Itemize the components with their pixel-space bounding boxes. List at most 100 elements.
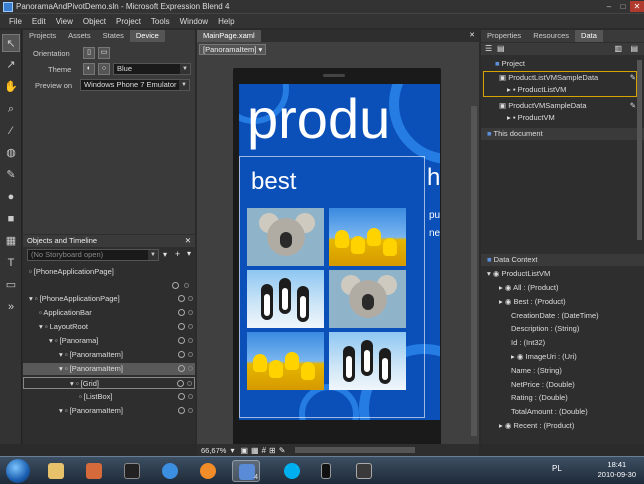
- tab-states[interactable]: States: [97, 30, 130, 42]
- eye-icon[interactable]: [178, 351, 185, 358]
- tab-data[interactable]: Data: [575, 30, 603, 42]
- dark-theme-button[interactable]: ◐: [83, 63, 95, 75]
- lock-icon[interactable]: [188, 310, 193, 315]
- edit-icon[interactable]: ✎: [630, 100, 636, 112]
- lock-icon[interactable]: [188, 352, 193, 357]
- data-field[interactable]: ▸ ◉ Best : (Product): [481, 296, 644, 308]
- taskbar-visual-studio[interactable]: 4: [232, 460, 260, 482]
- this-document-node[interactable]: ■ This document: [481, 128, 644, 140]
- portrait-button[interactable]: ▯: [83, 47, 95, 59]
- add-data-source-icon[interactable]: ▤: [630, 44, 638, 53]
- lock-icon[interactable]: [188, 324, 193, 329]
- control-tool-icon[interactable]: ▭: [2, 276, 20, 294]
- vertical-scrollbar[interactable]: [637, 60, 642, 240]
- paint-bucket-tool-icon[interactable]: ◍: [2, 144, 20, 162]
- eye-icon[interactable]: [178, 337, 185, 344]
- eye-icon[interactable]: [178, 309, 185, 316]
- chevron-down-icon[interactable]: ▾: [230, 446, 234, 455]
- pan-tool-icon[interactable]: ✋: [2, 78, 20, 96]
- eye-icon[interactable]: [178, 323, 185, 330]
- penguins-thumbnail[interactable]: [247, 270, 324, 328]
- data-field[interactable]: ▸ ◉ Recent : (Product): [481, 420, 644, 432]
- storyboard-options-icon[interactable]: ▾: [163, 250, 167, 259]
- create-sample-data-icon[interactable]: ▥: [614, 44, 622, 53]
- lock-icon[interactable]: [184, 283, 189, 288]
- eye-icon[interactable]: [178, 407, 185, 414]
- snap-gridlines-icon[interactable]: #: [262, 446, 266, 455]
- tree-node[interactable]: ▾ ▫ [PanoramaItem]: [23, 349, 195, 361]
- taskbar-ie[interactable]: [156, 460, 184, 482]
- menu-tools[interactable]: Tools: [146, 17, 175, 26]
- data-field[interactable]: ▸ ◉ All : (Product): [481, 282, 644, 294]
- direct-select-tool-icon[interactable]: ↗: [2, 56, 20, 74]
- menu-object[interactable]: Object: [78, 17, 111, 26]
- eye-icon[interactable]: [178, 365, 185, 372]
- taskbar-blend[interactable]: [350, 460, 378, 482]
- landscape-button[interactable]: ▭: [98, 47, 110, 59]
- preview-device-select[interactable]: Windows Phone 7 Emulator ▼: [80, 79, 190, 91]
- tab-device[interactable]: Device: [129, 30, 165, 42]
- eye-icon[interactable]: [178, 393, 185, 400]
- tree-node[interactable]: ▾ ▫ LayoutRoot: [23, 321, 195, 333]
- storyboard-select[interactable]: (No Storyboard open) ▼: [27, 249, 159, 261]
- data-field[interactable]: TotalAmount : (Double): [481, 406, 644, 418]
- eye-icon[interactable]: [178, 295, 185, 302]
- light-theme-button[interactable]: ○: [98, 63, 110, 75]
- tab-mainpage-xaml[interactable]: MainPage.xaml: [197, 30, 261, 42]
- eyedropper-tool-icon[interactable]: ⁄: [2, 122, 20, 140]
- tree-node[interactable]: ▾ ▫ [Panorama]: [23, 335, 195, 347]
- lock-icon[interactable]: [187, 381, 192, 386]
- vertical-scrollbar[interactable]: [471, 106, 477, 436]
- menu-project[interactable]: Project: [111, 17, 146, 26]
- text-tool-icon[interactable]: T: [2, 254, 20, 272]
- koala-thumbnail[interactable]: [329, 270, 406, 328]
- menu-window[interactable]: Window: [175, 17, 213, 26]
- selection-tool-icon[interactable]: ↖: [2, 34, 20, 52]
- data-field[interactable]: NetPrice : (Double): [481, 379, 644, 391]
- snap-grid-icon[interactable]: ▦: [251, 446, 259, 455]
- details-mode-icon[interactable]: ▤: [497, 44, 505, 53]
- blend-app-icon[interactable]: [3, 1, 13, 12]
- tab-projects[interactable]: Projects: [23, 30, 62, 42]
- tree-node[interactable]: ▾ ▫ [Grid]: [23, 377, 195, 389]
- annotations-icon[interactable]: ✎: [279, 446, 286, 455]
- tab-assets[interactable]: Assets: [62, 30, 97, 42]
- tree-node[interactable]: ▫ [ListBox]: [23, 391, 195, 403]
- context-root-node[interactable]: ▾ ◉ ProductListVM: [481, 268, 644, 280]
- edit-icon[interactable]: ✎: [630, 72, 636, 84]
- render-effects-icon[interactable]: ▣: [240, 446, 248, 455]
- zoom-level[interactable]: 66,67%: [201, 446, 226, 455]
- taskbar-skype[interactable]: [278, 460, 306, 482]
- taskbar-explorer[interactable]: [42, 460, 70, 482]
- zoom-tool-icon[interactable]: ⌕: [2, 100, 20, 118]
- list-mode-icon[interactable]: ☰: [485, 44, 492, 53]
- taskbar-desktop[interactable]: [118, 460, 146, 482]
- ellipse-tool-icon[interactable]: ●: [2, 188, 20, 206]
- penguins-thumbnail[interactable]: [329, 332, 406, 390]
- menu-help[interactable]: Help: [213, 17, 239, 26]
- assets-expand-icon[interactable]: »: [2, 298, 20, 316]
- eye-icon[interactable]: [172, 282, 179, 289]
- start-button[interactable]: [6, 459, 30, 483]
- data-source-item[interactable]: ▣ ProductListVMSampleData ✎: [481, 72, 644, 84]
- lock-icon[interactable]: [188, 296, 193, 301]
- system-clock[interactable]: 18:41 2010-09-30: [598, 460, 636, 480]
- grid-tool-icon[interactable]: ▦: [2, 232, 20, 250]
- lock-icon[interactable]: [188, 408, 193, 413]
- menu-view[interactable]: View: [51, 17, 78, 26]
- add-storyboard-icon[interactable]: +: [175, 249, 180, 259]
- taskbar-media[interactable]: [194, 460, 222, 482]
- data-field[interactable]: Description : (String): [481, 323, 644, 335]
- maximize-button[interactable]: □: [616, 1, 630, 12]
- tab-properties[interactable]: Properties: [481, 30, 527, 42]
- menu-edit[interactable]: Edit: [27, 17, 51, 26]
- language-indicator[interactable]: PL: [552, 464, 562, 473]
- data-field[interactable]: ▸ ◉ ImageUri : (Uri): [481, 351, 644, 363]
- tree-node[interactable]: ▫ ApplicationBar: [23, 307, 195, 319]
- rectangle-tool-icon[interactable]: ■: [2, 210, 20, 228]
- scope-root[interactable]: ▫ [PhoneApplicationPage]: [23, 266, 195, 278]
- close-button[interactable]: ✕: [630, 1, 644, 12]
- lock-icon[interactable]: [188, 394, 193, 399]
- lock-icon[interactable]: [188, 338, 193, 343]
- taskbar-paint[interactable]: [80, 460, 108, 482]
